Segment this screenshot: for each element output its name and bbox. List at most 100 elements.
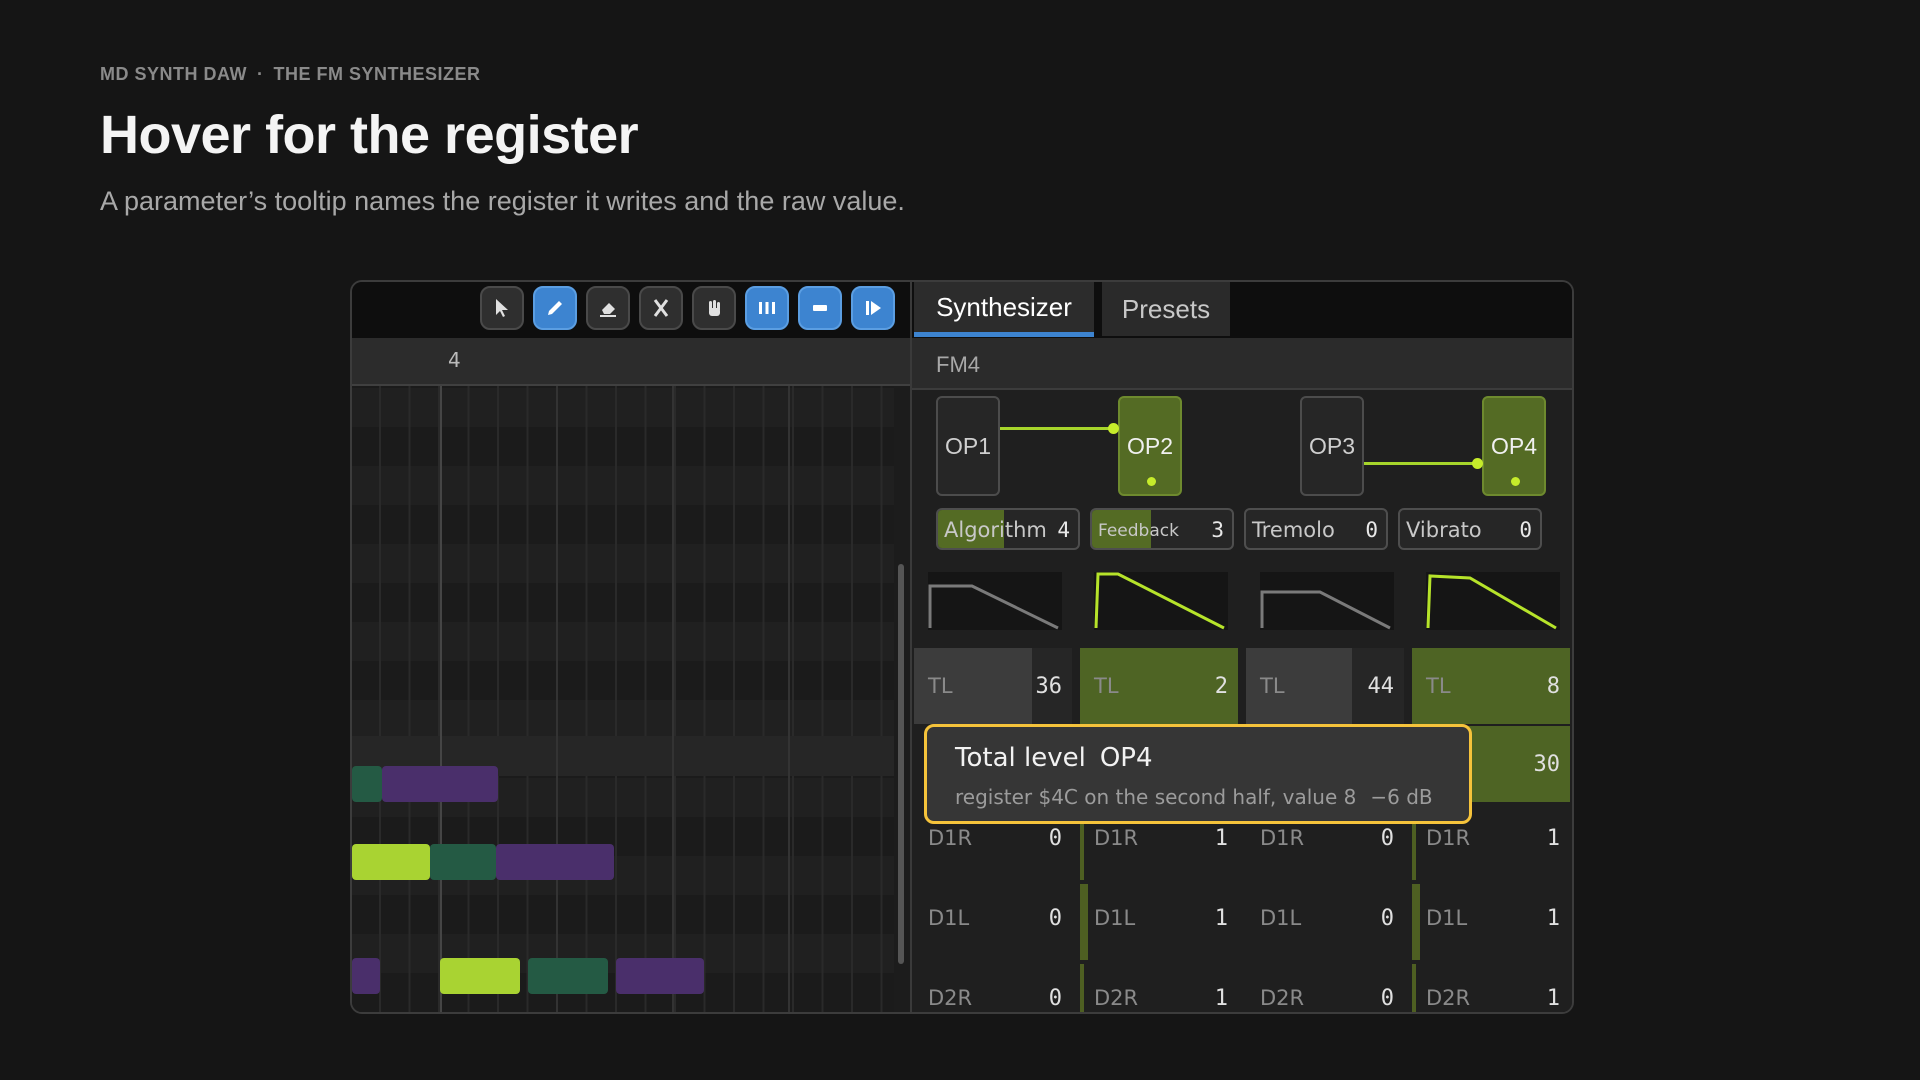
operator-label: OP1 <box>944 432 992 459</box>
param-value: 0 <box>1365 518 1378 542</box>
timeline-ruler[interactable]: 4 <box>352 338 910 386</box>
tab-synthesizer[interactable]: Synthesizer <box>914 282 1094 337</box>
channel-header: FM4 <box>912 338 1572 390</box>
tl-cell-op2[interactable]: TL 2 <box>1080 648 1238 724</box>
param-label: Tremolo <box>1252 518 1335 542</box>
carrier-dot <box>1147 477 1156 486</box>
operator-label: OP2 <box>1126 432 1174 459</box>
d1r-label: D1R <box>1426 826 1471 850</box>
connector-dot <box>1472 458 1483 469</box>
note-block[interactable] <box>352 844 430 880</box>
pointer-tool-button[interactable] <box>480 286 524 330</box>
d2r-value: 1 <box>1546 986 1560 1011</box>
vibrato-param[interactable]: Vibrato 0 <box>1398 508 1542 550</box>
d1r-label: D1R <box>1094 826 1139 850</box>
envelope-curve-icon <box>928 584 1059 630</box>
hand-tool-button[interactable] <box>692 286 736 330</box>
d2r-cell-op1[interactable]: D2R 0 <box>914 964 1072 1012</box>
param-value: 0 <box>1519 518 1532 542</box>
grid-beat-line <box>672 386 674 1012</box>
tl-cell-op3[interactable]: TL 44 <box>1246 648 1404 724</box>
d1l-cell-op4[interactable]: D1L 1 <box>1412 884 1570 960</box>
grid-beat-line <box>556 386 558 1012</box>
scissors-tool-button[interactable] <box>639 286 683 330</box>
eraser-icon <box>600 303 616 317</box>
envelope-graph-op1[interactable] <box>928 572 1062 630</box>
operator-op2[interactable]: OP2 <box>1118 396 1182 496</box>
envelope-curve-icon <box>1094 572 1225 630</box>
breadcrumb-section: THE FM SYNTHESIZER <box>273 64 481 84</box>
tl-label: TL <box>1094 674 1119 698</box>
tl-value: 8 <box>1546 674 1560 699</box>
param-label: Algorithm <box>944 518 1047 542</box>
page-subtitle: A parameter’s tooltip names the register… <box>100 186 905 216</box>
operator-op3[interactable]: OP3 <box>1300 396 1364 496</box>
d2r-label: D2R <box>1094 986 1139 1010</box>
play-from-button[interactable] <box>851 286 895 330</box>
pencil-tool-button[interactable] <box>533 286 577 330</box>
tl-cell-op1[interactable]: TL 36 <box>914 648 1072 724</box>
connector-dot <box>1108 423 1119 434</box>
note-block[interactable] <box>352 958 380 994</box>
d1r-value: 1 <box>1214 826 1228 851</box>
note-block[interactable] <box>528 958 608 994</box>
operator-label: OP4 <box>1490 432 1538 459</box>
d1l-cell-op1[interactable]: D1L 0 <box>914 884 1072 960</box>
d1r-value: 0 <box>1048 826 1062 851</box>
envelope-graph-op2[interactable] <box>1094 572 1228 630</box>
tooltip-title: Total level OP4 <box>955 743 1153 773</box>
d1l-label: D1L <box>1094 906 1136 930</box>
d1l-cell-op2[interactable]: D1L 1 <box>1080 884 1238 960</box>
tooltip-detail: register $4C on the second half, value 8… <box>955 785 1433 809</box>
daw-window: 4 Synthesizer Presets FM4 OP1 OP2 OP3 OP… <box>350 280 1574 1014</box>
d2r-cell-op2[interactable]: D2R 1 <box>1080 964 1238 1012</box>
d1l-value: 1 <box>1546 906 1560 931</box>
operator-op4[interactable]: OP4 <box>1482 396 1546 496</box>
envelope-graph-op4[interactable] <box>1426 572 1560 630</box>
loop-button[interactable] <box>798 286 842 330</box>
page-title: Hover for the register <box>100 105 639 165</box>
note-grid[interactable] <box>352 386 894 1012</box>
tl-value: 2 <box>1214 674 1228 699</box>
note-block[interactable] <box>352 766 382 802</box>
note-block[interactable] <box>616 958 704 994</box>
d2r-fill <box>1080 964 1084 1012</box>
vertical-scrollbar[interactable] <box>898 564 904 964</box>
d2r-label: D2R <box>928 986 973 1010</box>
d1l-label: D1L <box>1260 906 1302 930</box>
tl-cell-op4[interactable]: TL 8 <box>1412 648 1570 724</box>
d2r-cell-op4[interactable]: D2R 1 <box>1412 964 1570 1012</box>
grid-snap-button[interactable] <box>745 286 789 330</box>
tab-presets[interactable]: Presets <box>1102 282 1230 336</box>
envelope-graph-op3[interactable] <box>1260 572 1394 630</box>
envelope-curve-icon <box>1260 590 1391 630</box>
channel-name: FM4 <box>936 352 980 377</box>
d2r-value: 0 <box>1380 986 1394 1011</box>
param-label: Feedback <box>1098 521 1179 541</box>
d1r-label: D1R <box>928 826 973 850</box>
d1r-label: D1R <box>1260 826 1305 850</box>
d1l-cell-op3[interactable]: D1L 0 <box>1246 884 1404 960</box>
d1l-value: 0 <box>1380 906 1394 931</box>
note-block[interactable] <box>496 844 614 880</box>
d1l-value: 1 <box>1214 906 1228 931</box>
tl-value: 36 <box>1035 674 1063 699</box>
note-block[interactable] <box>430 844 496 880</box>
grid-bar-line <box>440 386 442 1012</box>
breadcrumb-separator: · <box>257 64 264 84</box>
algorithm-param[interactable]: Algorithm 4 <box>936 508 1080 550</box>
breadcrumb: MD SYNTH DAW · THE FM SYNTHESIZER <box>100 64 481 85</box>
operator-op1[interactable]: OP1 <box>936 396 1000 496</box>
tl-label: TL <box>1260 674 1285 698</box>
param-value: 3 <box>1211 518 1224 542</box>
d2r-cell-op3[interactable]: D2R 0 <box>1246 964 1404 1012</box>
note-block[interactable] <box>440 958 520 994</box>
feedback-param[interactable]: Feedback 3 <box>1090 508 1234 550</box>
envelope-curve-icon <box>1426 574 1557 630</box>
tremolo-param[interactable]: Tremolo 0 <box>1244 508 1388 550</box>
eraser-tool-button[interactable] <box>586 286 630 330</box>
tl-label: TL <box>1426 674 1451 698</box>
note-block[interactable] <box>382 766 498 802</box>
tl-value: 44 <box>1367 674 1395 699</box>
tl-label: TL <box>928 674 953 698</box>
